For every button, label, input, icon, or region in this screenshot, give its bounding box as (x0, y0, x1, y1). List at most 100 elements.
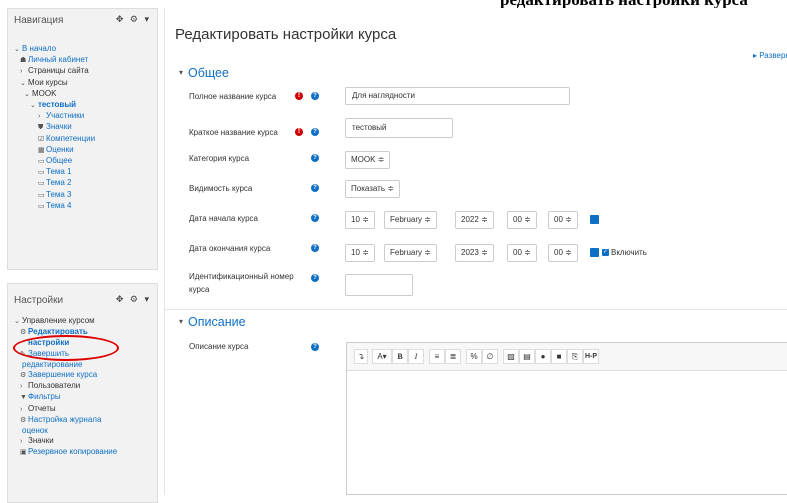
nav-item-label: Тема 4 (46, 200, 72, 210)
page-title: Редактировать настройки курса (175, 26, 397, 43)
visibility-select[interactable]: Показать ≑ (345, 180, 400, 198)
enable-checkbox[interactable]: ✓ (602, 249, 609, 256)
nav-item[interactable]: ⌄ Мои курсы (14, 78, 157, 89)
nav-item[interactable]: › Участники (14, 111, 157, 122)
start-year-select[interactable]: 2022 ≑ (455, 211, 494, 229)
nav-item-icon: ▭ (38, 169, 45, 177)
help-icon[interactable]: ? (311, 184, 319, 192)
help-icon[interactable]: ? (311, 244, 319, 252)
nav-item[interactable]: ▭Общее (14, 156, 157, 167)
idnumber-input[interactable] (345, 274, 413, 296)
media-icon[interactable]: ▤ (519, 349, 535, 364)
video-record-icon[interactable]: ■ (551, 349, 567, 364)
nav-item-icon: ⌄ (30, 102, 36, 110)
settings-item[interactable]: › Пользователи (14, 381, 157, 392)
settings-item-icon: ⚙ (20, 416, 27, 424)
bullet-list-icon[interactable]: ≡ (429, 349, 445, 364)
link-icon[interactable]: % (466, 349, 482, 364)
main-content: Редактировать настройки курса ▸ Разверну… (164, 8, 787, 495)
settings-item[interactable]: редактирование (14, 360, 157, 370)
end-year-select[interactable]: 2023 ≑ (455, 244, 494, 262)
nav-item-icon: ⛊ (38, 124, 44, 132)
nav-item[interactable]: ▭Тема 4 (14, 201, 157, 212)
description-editor[interactable]: ↴ A▾ B I ≡ ≣ % ∅ ▨ ▤ ● ■ ⎘ H-P (346, 342, 787, 495)
calendar-icon[interactable] (590, 248, 599, 257)
block-tools-icons[interactable]: ✥ ⚙ ▾ (116, 14, 151, 25)
settings-item[interactable]: › Отчеты (14, 404, 157, 415)
block-tools-icons[interactable]: ✥ ⚙ ▾ (116, 294, 151, 305)
end-hour-select[interactable]: 00 ≑ (507, 244, 537, 262)
start-minute-select[interactable]: 00 ≑ (548, 211, 578, 229)
nav-item[interactable]: ☑ Компетенции (14, 134, 157, 145)
image-icon[interactable]: ▨ (503, 349, 519, 364)
settings-item-icon: ▼ (20, 394, 27, 402)
nav-item[interactable]: ⌄ тестовый (14, 100, 157, 111)
settings-item[interactable]: ▼Фильтры (14, 392, 157, 403)
settings-item-icon: › (20, 405, 23, 413)
shortname-input[interactable]: тестовый (345, 118, 453, 138)
calendar-icon[interactable] (590, 215, 599, 224)
help-icon[interactable]: ? (311, 343, 319, 351)
nav-item-icon: ▭ (38, 158, 45, 166)
end-date-label: Дата окончания курса (189, 244, 271, 253)
h5p-icon[interactable]: H-P (583, 349, 599, 364)
collapse-toolbar-icon[interactable]: ↴ (354, 349, 368, 364)
help-icon[interactable]: ? (311, 274, 319, 282)
nav-item-label: Тема 3 (46, 189, 72, 199)
help-icon[interactable]: ? (311, 154, 319, 162)
bold-icon[interactable]: B (392, 349, 408, 364)
settings-item[interactable]: ⚙ Настройка журнала (14, 415, 157, 426)
settings-item[interactable]: ✎ Завершить (14, 349, 157, 360)
chevron-down-icon: ▾ (179, 68, 184, 77)
help-icon[interactable]: ? (311, 92, 319, 100)
nav-item-label: Страницы сайта (28, 66, 89, 76)
section-general-label: Общее (188, 66, 229, 80)
settings-item[interactable]: ▣Резервное копирование (14, 447, 157, 458)
start-month-select[interactable]: February ≑ (384, 211, 437, 229)
settings-item[interactable]: ⚙ Завершение курса (14, 370, 157, 381)
nav-item[interactable]: ☗ Личный кабинет (14, 55, 157, 66)
start-day-select[interactable]: 10 ≑ (345, 211, 375, 229)
nav-item[interactable]: ▭Тема 2 (14, 178, 157, 189)
help-icon[interactable]: ? (311, 128, 319, 136)
settings-item-label: оценок (22, 426, 48, 436)
font-color-icon[interactable]: A▾ (372, 349, 392, 364)
nav-item[interactable]: ▭Тема 3 (14, 190, 157, 201)
settings-item[interactable]: ⌄ Управление курсом (14, 316, 157, 327)
expand-all-link[interactable]: ▸ Развернуть все (753, 51, 787, 60)
start-hour-select[interactable]: 00 ≑ (507, 211, 537, 229)
fullname-input[interactable]: Для наглядности (345, 87, 570, 105)
settings-item[interactable]: › Значки (14, 436, 157, 447)
settings-item[interactable]: ⚙ Редактировать (14, 327, 157, 338)
settings-item-icon: › (20, 438, 23, 446)
unlink-icon[interactable]: ∅ (482, 349, 498, 364)
help-icon[interactable]: ? (311, 214, 319, 222)
category-select[interactable]: MOOK ≑ (345, 151, 391, 169)
nav-item[interactable]: ▭Тема 1 (14, 167, 157, 178)
manage-files-icon[interactable]: ⎘ (567, 349, 583, 364)
settings-item[interactable]: настройки (14, 338, 157, 348)
settings-item-label: редактирование (22, 359, 83, 369)
end-minute-select[interactable]: 00 ≑ (548, 244, 578, 262)
navigation-block-header: Навигация ✥ ⚙ ▾ (8, 9, 157, 31)
settings-item[interactable]: оценок (14, 426, 157, 436)
nav-item-label: Общее (46, 156, 73, 166)
nav-item[interactable]: ⌄ В начало (14, 44, 157, 55)
nav-item[interactable]: ⛊ Значки (14, 122, 157, 133)
settings-item-label: Пользователи (28, 381, 81, 391)
section-general[interactable]: ▾ Общее (179, 66, 229, 80)
section-description[interactable]: ▾ Описание (179, 315, 246, 329)
nav-item[interactable]: › Страницы сайта (14, 66, 157, 77)
settings-item-label: Резервное копирование (28, 447, 118, 457)
nav-item[interactable]: ▦Оценки (14, 145, 157, 156)
end-month-select[interactable]: February ≑ (384, 244, 437, 262)
settings-item-icon: › (20, 383, 23, 391)
nav-item-icon: ⌄ (20, 79, 26, 87)
numbered-list-icon[interactable]: ≣ (445, 349, 461, 364)
end-day-select[interactable]: 10 ≑ (345, 244, 375, 262)
idnumber-label-cont: курса (189, 285, 210, 294)
italic-icon[interactable]: I (408, 349, 424, 364)
audio-record-icon[interactable]: ● (535, 349, 551, 364)
nav-item[interactable]: ⌄ MOOK (14, 89, 157, 100)
nav-item-label: Тема 1 (46, 167, 72, 177)
